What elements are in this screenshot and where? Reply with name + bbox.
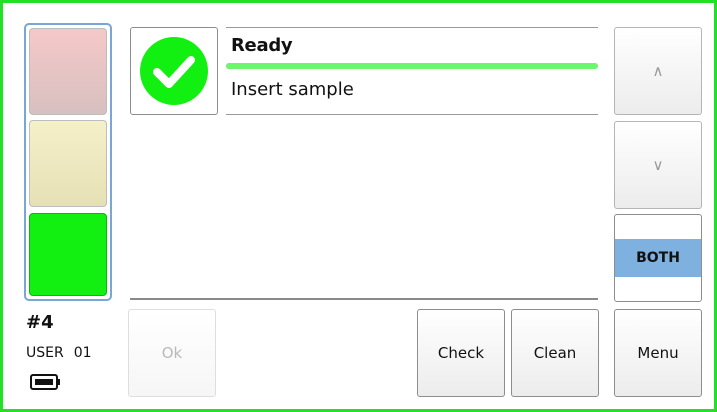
- check-button[interactable]: Check: [417, 309, 505, 397]
- divider: [226, 114, 598, 115]
- green-indicator-light: [29, 213, 107, 296]
- status-message: Insert sample: [231, 79, 354, 100]
- user-number: 01: [73, 345, 92, 361]
- check-circle-icon: [140, 37, 208, 105]
- divider: [226, 27, 598, 28]
- message-list[interactable]: [130, 118, 598, 298]
- unit-number: #4: [26, 312, 54, 333]
- divider: [130, 298, 598, 300]
- status-indicator-panel: [24, 23, 112, 301]
- progress-fill: [226, 63, 598, 69]
- yellow-indicator-light: [29, 120, 107, 207]
- both-label: BOTH: [615, 239, 701, 277]
- scroll-down-button[interactable]: ∨: [614, 121, 702, 209]
- ok-button[interactable]: Ok: [128, 309, 216, 397]
- status-icon-box: [130, 27, 218, 115]
- scroll-up-button[interactable]: ∧: [614, 27, 702, 115]
- progress-bar: [226, 63, 598, 69]
- user-info: USER 01: [26, 345, 92, 361]
- user-label: USER: [26, 345, 64, 361]
- menu-button[interactable]: Menu: [614, 309, 702, 397]
- both-toggle[interactable]: BOTH: [614, 214, 702, 302]
- status-title: Ready: [231, 35, 293, 56]
- battery-icon: [30, 374, 60, 390]
- red-indicator-light: [29, 28, 107, 115]
- clean-button[interactable]: Clean: [511, 309, 599, 397]
